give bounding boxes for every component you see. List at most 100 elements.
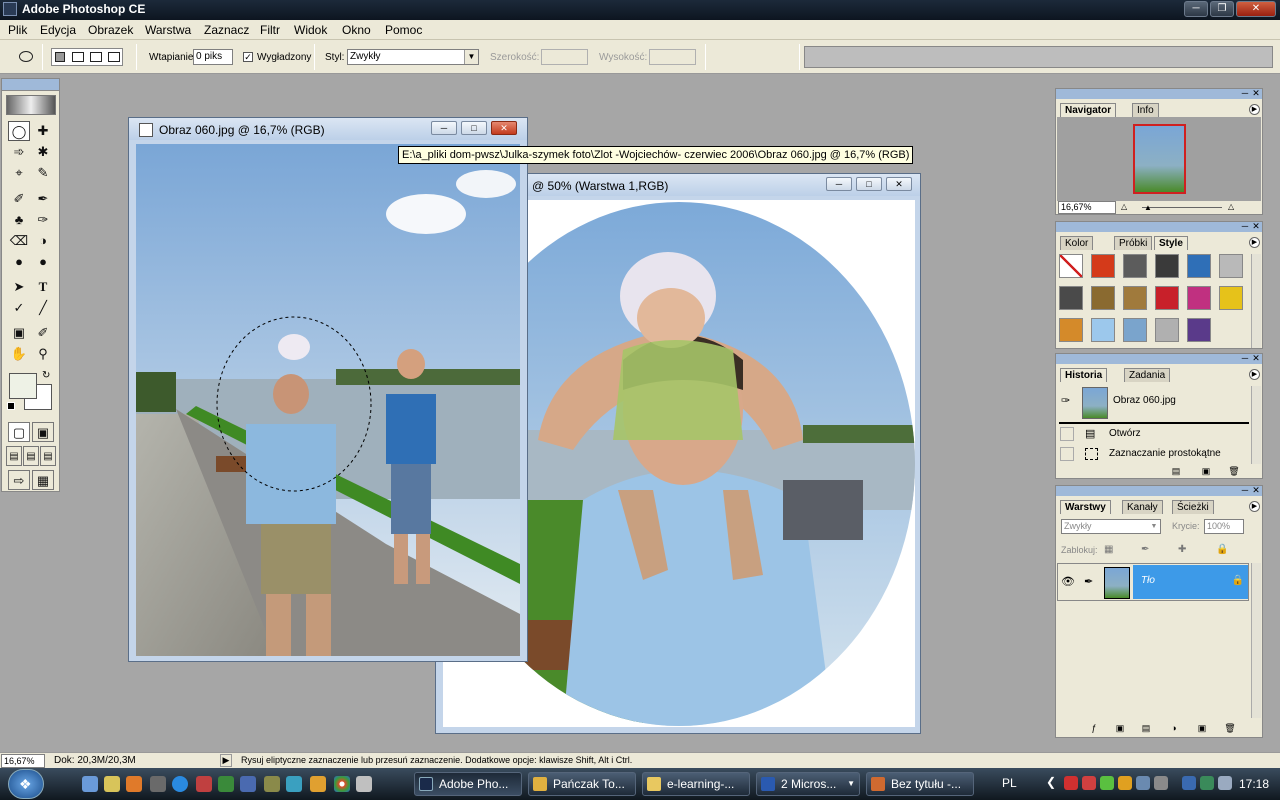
- media-player-icon[interactable]: [126, 776, 142, 792]
- doc1-minimize-button[interactable]: ─: [431, 121, 457, 135]
- status-menu-arrow-icon[interactable]: ▶: [220, 754, 232, 767]
- tray-icon[interactable]: [1154, 776, 1168, 790]
- eraser-tool-icon[interactable]: ⌫: [8, 231, 30, 251]
- history-brush-source-icon[interactable]: ✑: [1061, 394, 1070, 407]
- new-document-from-state-icon[interactable]: ▤: [1168, 466, 1184, 478]
- layer-mask-icon[interactable]: ▣: [1112, 723, 1128, 735]
- panel-menu-icon[interactable]: ▶: [1249, 369, 1260, 380]
- style-swatch[interactable]: [1155, 254, 1179, 278]
- doc2-close-button[interactable]: ✕: [886, 177, 912, 191]
- chevron-down-icon[interactable]: ▼: [1148, 520, 1160, 533]
- move-tool-icon[interactable]: ✚: [32, 121, 54, 141]
- zoom-slider-track[interactable]: [1142, 207, 1222, 208]
- tab-actions[interactable]: Zadania: [1124, 368, 1171, 382]
- path-selection-icon[interactable]: ➤: [8, 277, 30, 297]
- tray-icon[interactable]: [1064, 776, 1078, 790]
- slice-tool-icon[interactable]: ✎: [32, 163, 54, 183]
- healing-brush-icon[interactable]: ✐: [8, 189, 30, 209]
- layer-row[interactable]: 👁 ✒ Tło 🔒: [1057, 563, 1249, 601]
- paint-bucket-icon[interactable]: ◑: [32, 231, 54, 251]
- style-swatch[interactable]: [1123, 318, 1147, 342]
- trash-icon[interactable]: 🗑: [1226, 466, 1242, 478]
- task-folder[interactable]: e-learning-...: [642, 772, 750, 796]
- lasso-tool-icon[interactable]: ➾: [8, 142, 30, 162]
- internet-explorer-icon[interactable]: [172, 776, 188, 792]
- style-swatch[interactable]: [1187, 254, 1211, 278]
- style-swatch[interactable]: [1219, 254, 1243, 278]
- panel-close-icon[interactable]: ✕: [1251, 354, 1261, 364]
- layer-set-icon[interactable]: ▤: [1138, 723, 1154, 735]
- tray-icon[interactable]: [1118, 776, 1132, 790]
- crop-tool-icon[interactable]: ⌖: [8, 163, 30, 183]
- styles-panel-header[interactable]: ─ ✕: [1056, 222, 1262, 232]
- new-selection-icon[interactable]: [55, 52, 65, 62]
- style-swatch[interactable]: [1091, 286, 1115, 310]
- menu-edit[interactable]: Edycja: [40, 23, 76, 37]
- dodge-tool-icon[interactable]: ●: [32, 252, 54, 272]
- style-select[interactable]: Zwykły ▼: [347, 49, 479, 65]
- adjustment-layer-icon[interactable]: ◑: [1166, 723, 1182, 735]
- lock-position-icon[interactable]: ✚: [1178, 544, 1186, 555]
- history-scrollbar[interactable]: [1251, 386, 1261, 464]
- task-word[interactable]: 2 Micros... ▼: [756, 772, 860, 796]
- zoom-tool-icon[interactable]: ⚲: [32, 344, 54, 364]
- clock[interactable]: 17:18: [1239, 777, 1269, 791]
- status-zoom-input[interactable]: 16,67%: [1, 754, 45, 768]
- history-item[interactable]: Zaznaczanie prostokątne: [1057, 444, 1250, 464]
- panel-minimize-icon[interactable]: ─: [1240, 89, 1250, 99]
- notes-tool-icon[interactable]: ▣: [8, 323, 30, 343]
- quicklaunch-app-icon[interactable]: [150, 776, 166, 792]
- task-mail[interactable]: Pańczak To...: [528, 772, 636, 796]
- hand-tool-icon[interactable]: ✋: [8, 344, 30, 364]
- lock-all-icon[interactable]: 🔒: [1216, 544, 1228, 555]
- panel-minimize-icon[interactable]: ─: [1240, 222, 1250, 232]
- panel-minimize-icon[interactable]: ─: [1240, 354, 1250, 364]
- line-tool-icon[interactable]: ╱: [32, 298, 54, 318]
- panel-close-icon[interactable]: ✕: [1251, 222, 1261, 232]
- tab-color[interactable]: Kolor: [1060, 236, 1094, 250]
- style-swatch[interactable]: [1091, 254, 1115, 278]
- foreground-color-swatch[interactable]: [9, 373, 37, 399]
- menu-window[interactable]: Okno: [342, 23, 371, 37]
- subtract-selection-icon[interactable]: [90, 52, 102, 62]
- doc1-maximize-button[interactable]: □: [461, 121, 487, 135]
- menu-image[interactable]: Obrazek: [88, 23, 133, 37]
- quicklaunch-app-icon[interactable]: [196, 776, 212, 792]
- lock-image-icon[interactable]: ✒: [1141, 544, 1149, 555]
- type-tool-icon[interactable]: T: [32, 277, 54, 297]
- menu-help[interactable]: Pomoc: [385, 23, 422, 37]
- menu-filter[interactable]: Filtr: [260, 23, 280, 37]
- tab-styles[interactable]: Style: [1154, 236, 1188, 250]
- zoom-out-icon[interactable]: △: [1121, 202, 1133, 213]
- new-snapshot-icon[interactable]: ▣: [1198, 466, 1214, 478]
- eyedropper-icon[interactable]: ✐: [32, 323, 54, 343]
- tab-navigator[interactable]: Navigator: [1060, 103, 1117, 117]
- style-swatch[interactable]: [1155, 318, 1179, 342]
- style-swatch[interactable]: [1123, 286, 1147, 310]
- tab-channels[interactable]: Kanały: [1122, 500, 1163, 514]
- navigator-panel-header[interactable]: ─ ✕: [1056, 89, 1262, 99]
- panel-menu-icon[interactable]: ▶: [1249, 104, 1260, 115]
- history-item[interactable]: ▤ Otwórz: [1057, 424, 1250, 444]
- tab-history[interactable]: Historia: [1060, 368, 1108, 382]
- panel-minimize-icon[interactable]: ─: [1240, 486, 1250, 496]
- tray-icon[interactable]: [1182, 776, 1196, 790]
- minimize-button[interactable]: ─: [1184, 1, 1208, 17]
- blend-mode-select[interactable]: Zwykły ▼: [1061, 519, 1161, 534]
- clone-stamp-icon[interactable]: ♣: [8, 210, 30, 230]
- quicklaunch-app-icon[interactable]: [356, 776, 372, 792]
- layer-style-icon[interactable]: ƒ: [1086, 723, 1102, 735]
- antialias-checkbox[interactable]: ✓: [243, 52, 253, 62]
- style-swatch-none[interactable]: [1059, 254, 1083, 278]
- panel-menu-icon[interactable]: ▶: [1249, 237, 1260, 248]
- standard-mode-icon[interactable]: ▢: [8, 422, 30, 442]
- delete-layer-icon[interactable]: 🗑: [1222, 723, 1238, 735]
- blur-tool-icon[interactable]: ●: [8, 252, 30, 272]
- chrome-icon[interactable]: [334, 776, 350, 792]
- default-colors-icon[interactable]: [7, 402, 15, 410]
- quicklaunch-app-icon[interactable]: [310, 776, 326, 792]
- panel-close-icon[interactable]: ✕: [1251, 486, 1261, 496]
- document-1-canvas[interactable]: [136, 144, 520, 656]
- explorer-icon[interactable]: [104, 776, 120, 792]
- toolbox-header[interactable]: [2, 79, 59, 91]
